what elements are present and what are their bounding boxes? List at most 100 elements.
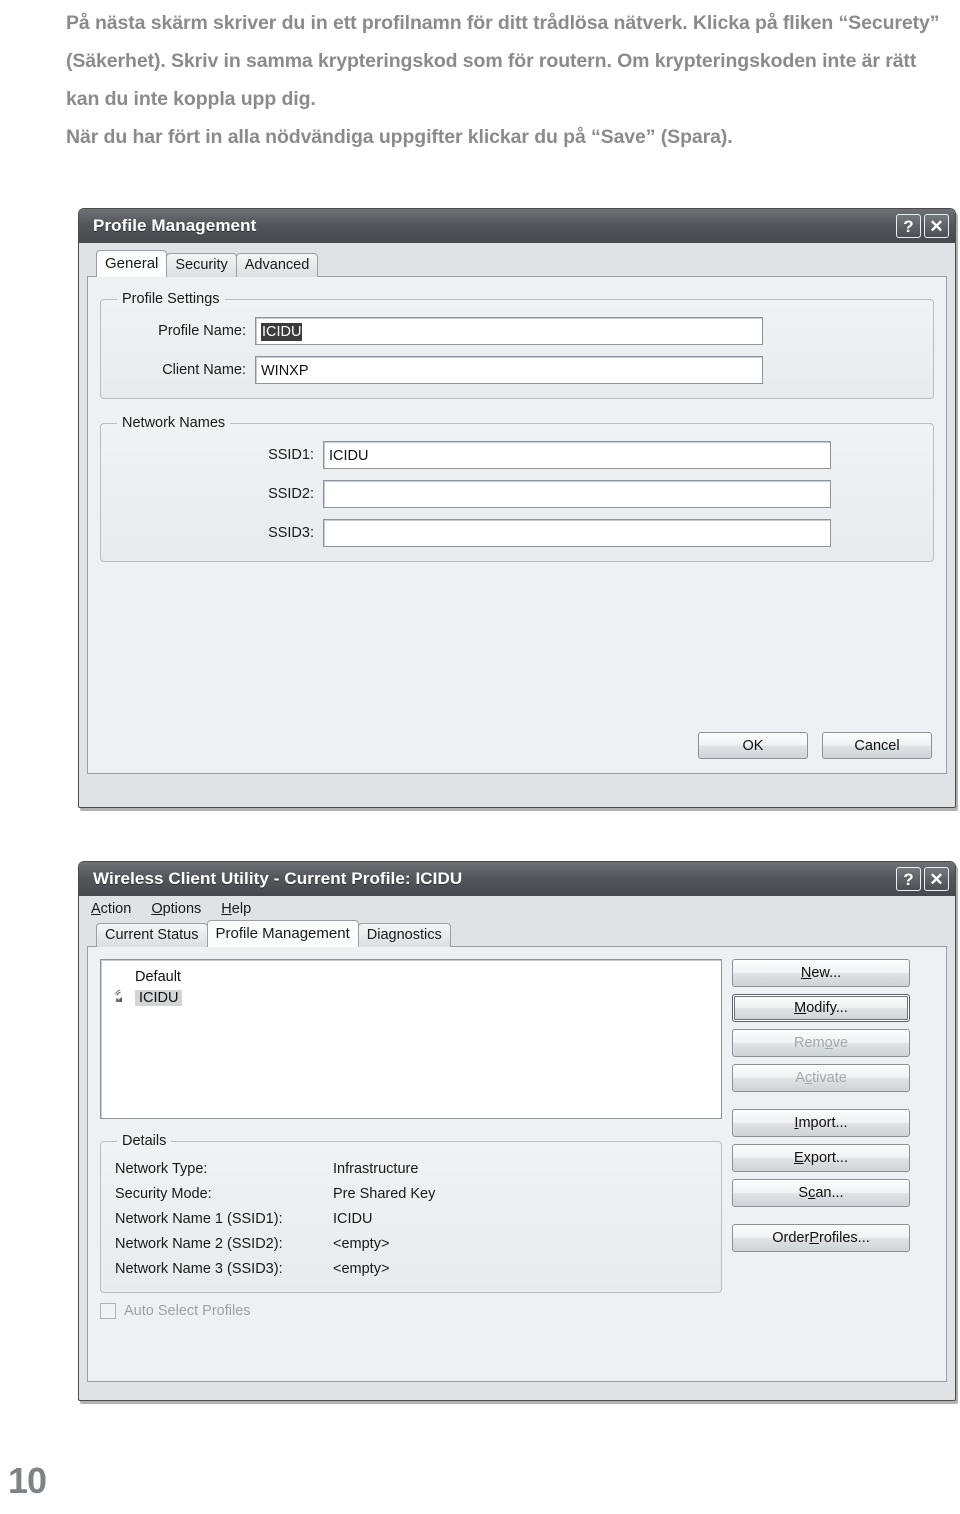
- remove-button-mnemonic: o: [824, 1035, 833, 1051]
- list-item[interactable]: Default: [109, 966, 715, 987]
- button-group-divider: [732, 1099, 910, 1109]
- ssid2-row: SSID2:: [115, 480, 919, 508]
- profile-name-row: Profile Name: ICIDU: [115, 317, 919, 345]
- wcu-window-controls: ? ✕: [896, 867, 949, 891]
- import-button-suffix: mport...: [798, 1115, 848, 1131]
- page-number: 10: [8, 1460, 47, 1501]
- close-icon[interactable]: ✕: [924, 214, 949, 238]
- ssid1-input[interactable]: ICIDU: [323, 441, 831, 469]
- detail-value: <empty>: [333, 1236, 390, 1252]
- client-name-input[interactable]: WINXP: [255, 356, 763, 384]
- new-button-suffix: ew...: [811, 965, 842, 981]
- detail-key: Security Mode:: [115, 1186, 212, 1202]
- detail-row: Network Name 1 (SSID1): ICIDU: [115, 1207, 707, 1232]
- list-item[interactable]: ICIDU: [109, 987, 715, 1008]
- profile-list-item-label: ICIDU: [135, 989, 183, 1006]
- general-tab-panel: Profile Settings Profile Name: ICIDU Cli…: [87, 276, 947, 774]
- auto-select-profiles-row[interactable]: Auto Select Profiles: [100, 1303, 722, 1319]
- details-group: Details Network Type: Infrastructure Sec…: [100, 1133, 722, 1293]
- activate-button-suffix: tivate: [812, 1070, 847, 1086]
- tab-security[interactable]: Security: [166, 253, 237, 277]
- menu-options-mnemonic: O: [151, 900, 163, 917]
- remove-button-suffix: ve: [832, 1035, 849, 1051]
- order-profiles-button-mnemonic: P: [809, 1230, 819, 1246]
- ssid3-input[interactable]: [323, 519, 831, 547]
- detail-value: ICIDU: [333, 1211, 373, 1227]
- cancel-button[interactable]: Cancel: [822, 732, 932, 759]
- wcu-titlebar: Wireless Client Utility - Current Profil…: [79, 862, 955, 896]
- tab-profile-management[interactable]: Profile Management: [206, 920, 359, 947]
- button-group-divider-2: [732, 1214, 910, 1224]
- tab-general[interactable]: General: [96, 250, 168, 277]
- help-icon[interactable]: ?: [896, 214, 921, 238]
- scan-button-suffix: an...: [815, 1185, 844, 1201]
- profile-management-title: Profile Management: [93, 216, 257, 235]
- detail-key: Network Name 3 (SSID3):: [115, 1261, 283, 1277]
- export-button-suffix: xport...: [803, 1150, 848, 1166]
- new-profile-button[interactable]: New...: [732, 959, 910, 987]
- network-names-group: Network Names SSID1: ICIDU SSID2: SSID3:: [100, 415, 934, 562]
- tab-diagnostics[interactable]: Diagnostics: [357, 923, 451, 947]
- wireless-client-utility-window: Wireless Client Utility - Current Profil…: [78, 861, 956, 1401]
- help-icon[interactable]: ?: [896, 867, 921, 891]
- auto-select-profiles-checkbox[interactable]: [100, 1303, 116, 1319]
- activate-profile-button: Ac tivate: [732, 1064, 910, 1092]
- detail-key: Network Type:: [115, 1161, 208, 1177]
- profile-management-tab-panel: Default ICIDU Details Network Type: Infr…: [87, 946, 947, 1382]
- ssid1-label: SSID1:: [268, 447, 314, 463]
- client-name-label: Client Name:: [162, 362, 246, 378]
- ssid3-label: SSID3:: [268, 525, 314, 541]
- profile-dialog-action-row: OK Cancel: [698, 732, 932, 759]
- manual-page: På nästa skärm skriver du in ett profiln…: [0, 0, 960, 1514]
- ssid2-input[interactable]: [323, 480, 831, 508]
- detail-row: Network Name 3 (SSID3): <empty>: [115, 1257, 707, 1282]
- profile-management-left-column: Default ICIDU Details Network Type: Infr…: [100, 959, 722, 1319]
- modify-profile-button[interactable]: Modify...: [732, 994, 910, 1022]
- detail-row: Network Type: Infrastructure: [115, 1157, 707, 1182]
- ssid1-row: SSID1: ICIDU: [115, 441, 919, 469]
- close-icon[interactable]: ✕: [924, 867, 949, 891]
- activate-button-prefix: A: [795, 1070, 805, 1086]
- tab-current-status[interactable]: Current Status: [96, 923, 208, 947]
- remove-profile-button: Rem o ve: [732, 1029, 910, 1057]
- remove-button-prefix: Rem: [793, 1035, 825, 1051]
- menu-options-rest: ptions: [162, 900, 202, 917]
- detail-key: Network Name 2 (SSID2):: [115, 1236, 283, 1252]
- export-profile-button[interactable]: Export...: [732, 1144, 910, 1172]
- intro-line-2: När du har fört in alla nödvändiga uppgi…: [66, 126, 733, 148]
- profile-list[interactable]: Default ICIDU: [100, 959, 722, 1119]
- ssid2-label: SSID2:: [268, 486, 314, 502]
- profile-management-content: Default ICIDU Details Network Type: Infr…: [100, 959, 934, 1319]
- scan-button-mnemonic: c: [808, 1185, 816, 1201]
- order-profiles-button-prefix: Order: [772, 1230, 810, 1246]
- intro-paragraph: På nästa skärm skriver du in ett profiln…: [66, 4, 946, 156]
- tab-advanced[interactable]: Advanced: [235, 253, 319, 277]
- detail-row: Network Name 2 (SSID2): <empty>: [115, 1232, 707, 1257]
- ok-button[interactable]: OK: [698, 732, 808, 759]
- profile-settings-group: Profile Settings Profile Name: ICIDU Cli…: [100, 291, 934, 399]
- new-button-mnemonic: N: [800, 965, 812, 981]
- menu-help-rest: elp: [231, 900, 252, 917]
- profile-management-titlebar: Profile Management ? ✕: [79, 209, 955, 243]
- network-names-legend: Network Names: [122, 415, 226, 431]
- menu-item-help[interactable]: Help: [221, 901, 251, 917]
- detail-key: Network Name 1 (SSID1):: [115, 1211, 283, 1227]
- profile-management-dialog: Profile Management ? ✕ General Security …: [78, 208, 956, 808]
- scan-button[interactable]: Sc an...: [732, 1179, 910, 1207]
- wcu-tabs: Current Status Profile Management Diagno…: [87, 920, 947, 947]
- profile-name-input[interactable]: ICIDU: [255, 317, 763, 345]
- detail-value: Pre Shared Key: [333, 1186, 436, 1202]
- menu-help-mnemonic: H: [221, 900, 232, 917]
- client-name-row: Client Name: WINXP: [115, 356, 919, 384]
- menu-item-action[interactable]: Action: [91, 901, 131, 917]
- intro-line-1: På nästa skärm skriver du in ett profiln…: [66, 12, 940, 110]
- modify-button-suffix: odify...: [806, 1000, 848, 1016]
- menu-item-options[interactable]: Options: [151, 901, 201, 917]
- order-profiles-button-suffix: rofiles...: [818, 1230, 870, 1246]
- wcu-title: Wireless Client Utility - Current Profil…: [93, 869, 463, 888]
- order-profiles-button[interactable]: Order Profiles...: [732, 1224, 910, 1252]
- profile-management-window-controls: ? ✕: [896, 214, 949, 238]
- import-profile-button[interactable]: Import...: [732, 1109, 910, 1137]
- detail-row: Security Mode: Pre Shared Key: [115, 1182, 707, 1207]
- menu-action-rest: ction: [100, 900, 132, 917]
